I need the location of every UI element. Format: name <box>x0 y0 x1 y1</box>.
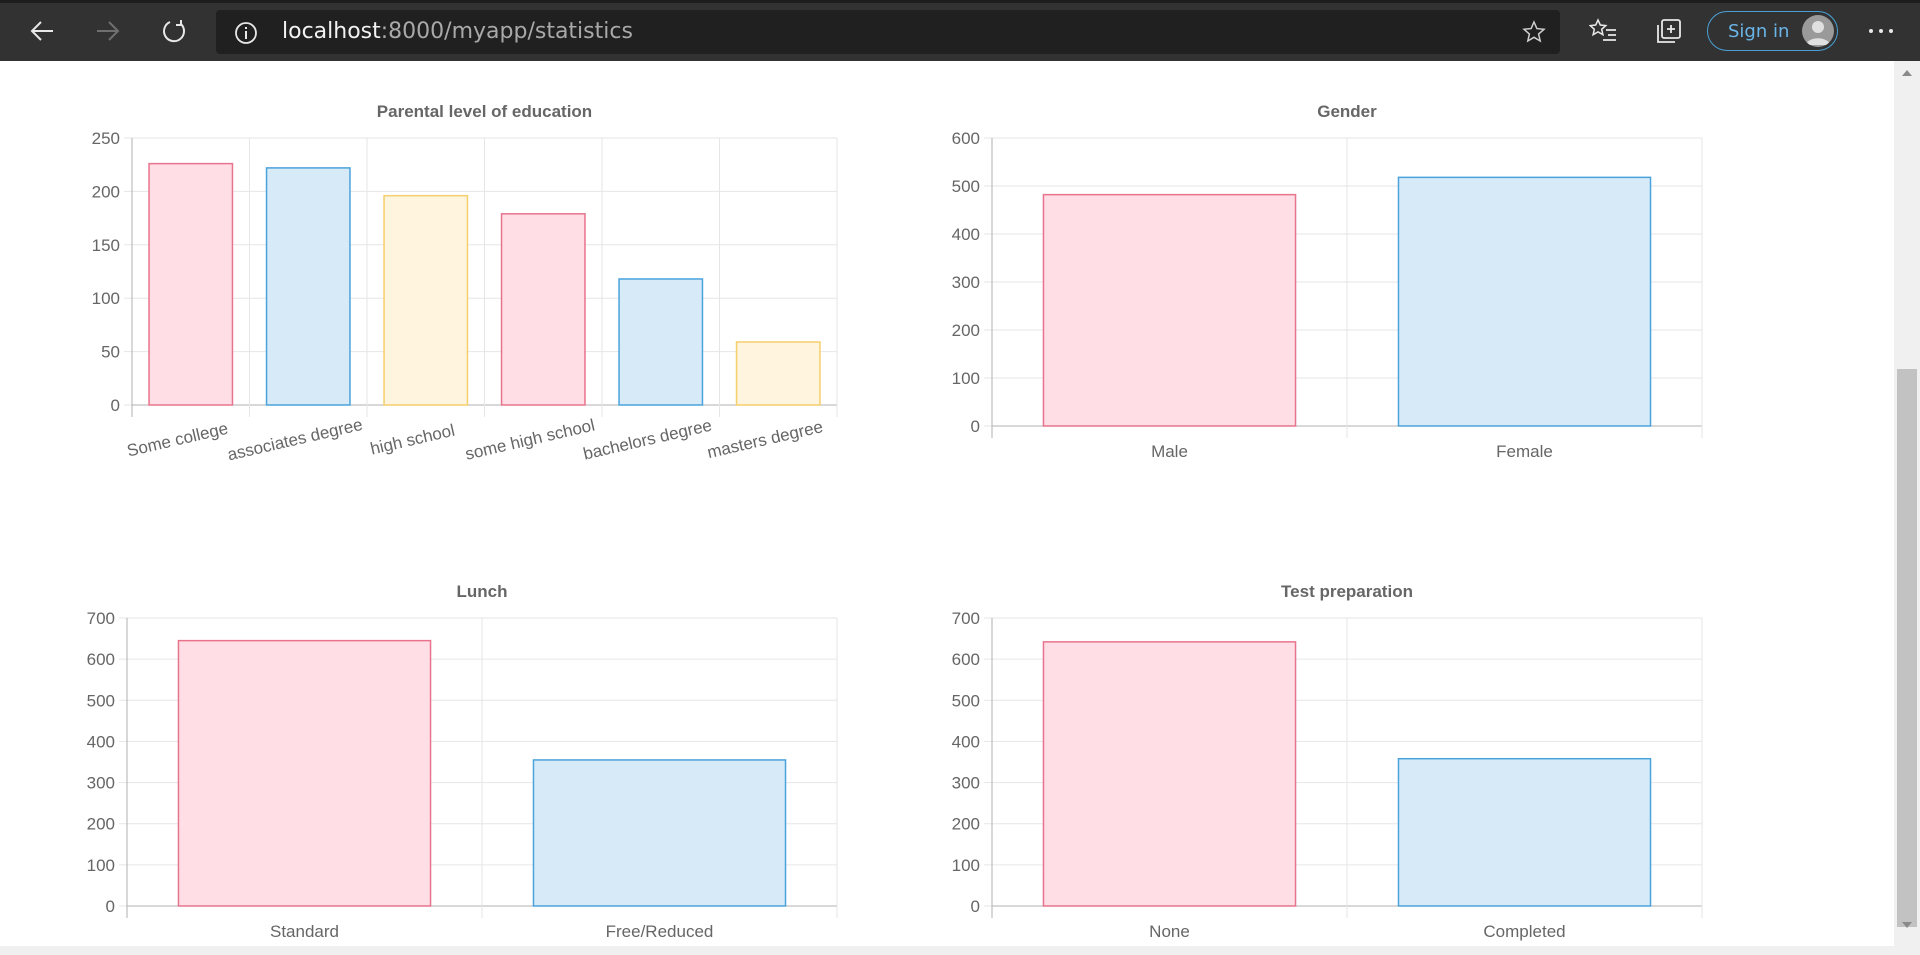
user-avatar-icon <box>1802 15 1834 47</box>
collections-icon <box>1657 19 1681 43</box>
y-tick-label: 150 <box>92 236 120 255</box>
bar[interactable] <box>735 341 821 406</box>
url-host: localhost <box>282 19 381 44</box>
sign-in-button[interactable]: Sign in <box>1707 11 1838 51</box>
x-category-label: Female <box>1496 442 1553 461</box>
x-category-label: Male <box>1151 442 1188 461</box>
bar[interactable] <box>177 639 432 907</box>
bar[interactable] <box>265 167 351 406</box>
y-tick-label: 50 <box>101 343 120 362</box>
y-tick-label: 400 <box>952 225 980 244</box>
y-tick-label: 100 <box>952 369 980 388</box>
chart-title: Parental level of education <box>377 102 592 121</box>
more-icon <box>1869 29 1893 33</box>
x-category-label: Completed <box>1483 922 1565 941</box>
y-tick-label: 500 <box>952 691 980 710</box>
y-tick-label: 300 <box>952 273 980 292</box>
x-category-label: Some college <box>125 419 230 461</box>
y-tick-label: 100 <box>92 289 120 308</box>
sign-in-label: Sign in <box>1728 21 1790 42</box>
scrollbar-thumb[interactable] <box>1897 369 1917 927</box>
url-path: :8000/myapp/statistics <box>380 19 633 44</box>
y-tick-label: 200 <box>87 815 115 834</box>
favorites-button[interactable] <box>1584 12 1622 50</box>
tab-strip-edge <box>0 0 1920 3</box>
chart-title: Gender <box>1317 102 1377 121</box>
refresh-button[interactable] <box>155 12 193 50</box>
vertical-scrollbar[interactable] <box>1894 61 1920 955</box>
back-arrow-icon <box>30 21 53 41</box>
y-tick-label: 250 <box>92 129 120 148</box>
y-tick-label: 200 <box>952 321 980 340</box>
x-category-label: None <box>1149 922 1190 941</box>
more-button[interactable] <box>1862 12 1900 50</box>
y-tick-label: 700 <box>87 609 115 628</box>
x-category-label: Free/Reduced <box>606 922 714 941</box>
y-tick-label: 600 <box>87 650 115 669</box>
y-tick-label: 300 <box>952 774 980 793</box>
chart-parental-education: Parental level of education 0 50 100 150 200 2… <box>92 102 838 465</box>
y-tick-label: 0 <box>111 396 120 415</box>
browser-toolbar: localhost:8000/myapp/statistics Sign in <box>0 0 1920 61</box>
info-icon[interactable] <box>234 21 258 45</box>
y-tick-label: 500 <box>952 177 980 196</box>
chart-gender: Gender 0 100 200 300 400 500 600 Male Female <box>952 102 1703 461</box>
collections-button[interactable] <box>1650 12 1688 50</box>
y-tick-label: 700 <box>952 609 980 628</box>
y-tick-label: 300 <box>87 774 115 793</box>
x-category-label: Standard <box>270 922 339 941</box>
y-tick-label: 200 <box>92 182 120 201</box>
y-tick-label: 600 <box>952 650 980 669</box>
back-button[interactable] <box>23 12 61 50</box>
address-bar[interactable]: localhost:8000/myapp/statistics <box>216 10 1560 54</box>
scroll-up-arrow-icon[interactable] <box>1902 69 1912 77</box>
forward-arrow-icon <box>97 21 120 41</box>
add-favorite-icon[interactable] <box>1522 20 1546 44</box>
bar[interactable] <box>1042 193 1297 427</box>
favorites-icon <box>1589 18 1616 41</box>
x-category-label: high school <box>368 421 456 459</box>
y-tick-label: 100 <box>952 856 980 875</box>
bar[interactable] <box>148 162 234 406</box>
url-text[interactable]: localhost:8000/myapp/statistics <box>282 20 633 44</box>
chart-test-preparation: Test preparation 0 100 200 300 400 500 600 700 No… <box>952 582 1703 941</box>
y-tick-label: 400 <box>952 732 980 751</box>
bar[interactable] <box>383 194 469 406</box>
x-category-label: some high school <box>463 416 596 464</box>
chart-lunch: Lunch 0 100 200 300 400 500 600 700 Standard Free/… <box>87 582 838 941</box>
bar[interactable] <box>618 278 704 406</box>
bar[interactable] <box>500 213 586 406</box>
y-tick-label: 0 <box>971 417 980 436</box>
y-tick-label: 500 <box>87 691 115 710</box>
y-tick-label: 200 <box>952 815 980 834</box>
chart-title: Lunch <box>457 582 508 601</box>
x-category-label: associates degree <box>226 415 365 465</box>
scroll-down-arrow-icon[interactable] <box>1902 921 1912 929</box>
y-tick-label: 400 <box>87 732 115 751</box>
horizontal-scrollbar[interactable] <box>0 946 1894 955</box>
chart-title: Test preparation <box>1281 582 1413 601</box>
bar[interactable] <box>532 759 787 907</box>
y-tick-label: 100 <box>87 856 115 875</box>
forward-button[interactable] <box>89 12 127 50</box>
y-tick-label: 0 <box>106 897 115 916</box>
bar[interactable] <box>1397 757 1652 907</box>
x-category-label: bachelors degree <box>581 416 713 464</box>
bar[interactable] <box>1397 176 1652 427</box>
y-tick-label: 600 <box>952 129 980 148</box>
y-tick-label: 0 <box>971 897 980 916</box>
bar[interactable] <box>1042 641 1297 907</box>
refresh-icon <box>163 20 186 43</box>
x-category-label: masters degree <box>705 417 824 462</box>
